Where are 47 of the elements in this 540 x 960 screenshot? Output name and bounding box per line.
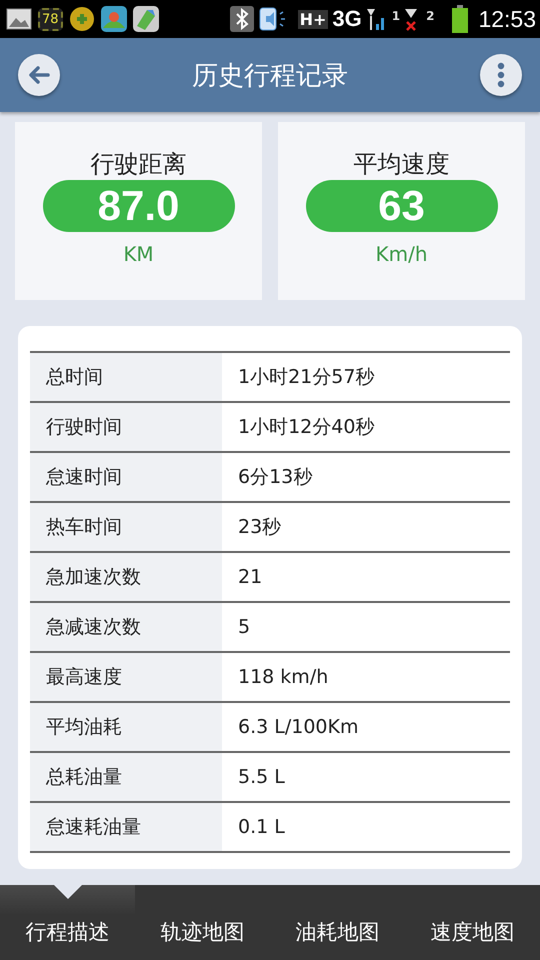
detail-label: 怠速时间	[30, 453, 222, 501]
bottom-tab[interactable]: 油耗地图	[270, 885, 405, 960]
detail-label: 总时间	[30, 353, 222, 401]
summary-label: 平均速度	[354, 152, 450, 176]
app-icon	[100, 6, 127, 32]
detail-value: 1小时12分40秒	[237, 415, 376, 440]
sim-number: 1	[392, 9, 400, 23]
app-icon	[132, 6, 159, 32]
clock-time: 12:53	[478, 6, 536, 32]
summary-value: 87.0	[42, 180, 234, 232]
more-options-icon	[497, 62, 505, 88]
detail-value: 0.1 L	[237, 815, 286, 840]
detail-label: 热车时间	[30, 503, 222, 551]
summary-unit: Km/h	[375, 242, 428, 266]
detail-value: 23秒	[237, 515, 282, 540]
detail-value: 5.5 L	[237, 765, 286, 790]
signal-type: 3G	[332, 6, 362, 32]
detail-label: 行驶时间	[30, 403, 222, 451]
bottom-tab[interactable]: 轨迹地图	[135, 885, 270, 960]
battery-icon	[452, 5, 468, 33]
detail-label: 怠速耗油量	[30, 803, 222, 851]
bluetooth-icon	[230, 6, 254, 32]
summary-label: 行驶距离	[90, 152, 186, 176]
notification-badge: 78	[38, 8, 63, 30]
more-menu-button[interactable]	[480, 54, 522, 96]
detail-value: 5	[237, 615, 252, 640]
summary-unit: KM	[123, 242, 154, 266]
network-type: H+	[298, 10, 328, 28]
back-button[interactable]	[18, 54, 60, 96]
screen-title: 历史行程记录	[192, 60, 348, 92]
gallery-icon	[6, 8, 32, 30]
summary-value: 63	[306, 180, 498, 232]
phone-speaker-icon	[258, 6, 288, 32]
sim-number: 2	[426, 9, 434, 23]
detail-value: 6.3 L/100Km	[237, 715, 360, 740]
detail-value: 118 km/h	[237, 665, 330, 690]
detail-label: 总耗油量	[30, 753, 222, 801]
back-arrow-icon	[28, 66, 50, 84]
detail-label: 急减速次数	[30, 603, 222, 651]
detail-value: 6分13秒	[237, 465, 314, 490]
bottom-tab[interactable]: 速度地图	[405, 885, 540, 960]
detail-label: 平均油耗	[30, 703, 222, 751]
detail-label: 急加速次数	[30, 553, 222, 601]
app-icon	[68, 6, 95, 32]
detail-value: 1小时21分57秒	[237, 365, 376, 390]
detail-label: 最高速度	[30, 653, 222, 701]
detail-value: 21	[237, 565, 264, 590]
